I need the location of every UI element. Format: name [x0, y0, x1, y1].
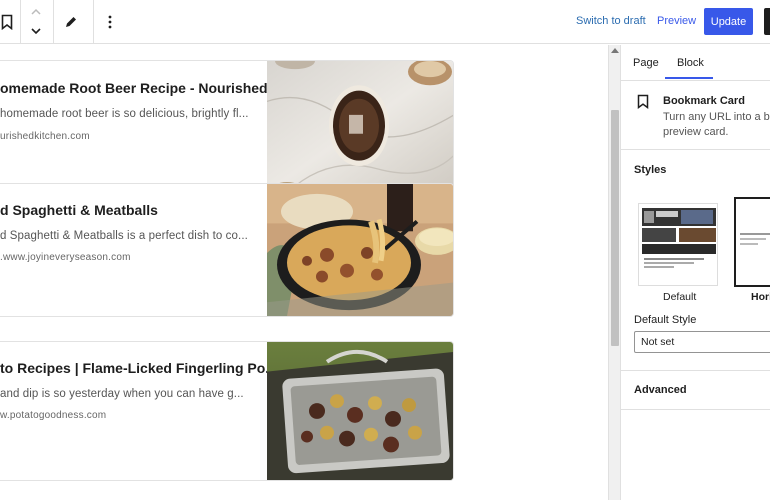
settings-toggle-button[interactable]: [764, 8, 770, 35]
styles-heading: Styles: [634, 164, 667, 176]
bookmark-card-description: homemade root beer is so delicious, brig…: [0, 108, 249, 120]
bookmark-card-description: d Spaghetti & Meatballs is a perfect dis…: [0, 230, 248, 242]
bookmark-block-icon: [637, 94, 651, 110]
default-style-label: Default Style: [634, 314, 697, 326]
style-option-default[interactable]: [638, 203, 718, 286]
bookmark-card-url: w.potatogoodness.com: [0, 410, 107, 421]
tab-block[interactable]: Block: [677, 45, 704, 81]
advanced-panel-toggle[interactable]: Advanced: [634, 384, 687, 396]
sidebar-divider: [621, 149, 770, 150]
editor-canvas: omemade Root Beer Recipe - Nourished K..…: [0, 45, 608, 500]
sidebar-divider: [621, 370, 770, 371]
move-down-icon[interactable]: [28, 25, 44, 37]
bookmark-card-title: omemade Root Beer Recipe - Nourished K..…: [0, 80, 294, 96]
bookmark-card-title: to Recipes | Flame-Licked Fingerling Po.…: [0, 360, 277, 376]
pencil-icon[interactable]: [62, 13, 80, 31]
bookmark-card[interactable]: to Recipes | Flame-Licked Fingerling Po.…: [0, 341, 454, 481]
bookmark-block-icon[interactable]: [0, 12, 14, 32]
scrollbar-thumb[interactable]: [611, 110, 619, 346]
sidebar-divider: [621, 80, 770, 81]
tab-page[interactable]: Page: [633, 45, 659, 81]
bookmark-card-text: to Recipes | Flame-Licked Fingerling Po.…: [0, 342, 277, 480]
sidebar-divider: [621, 409, 770, 410]
editor-toolbar: Switch to draft Preview Update: [0, 0, 770, 44]
bookmark-card-title: d Spaghetti & Meatballs: [0, 202, 158, 218]
settings-sidebar: Page Block Bookmark Card Turn any URL in…: [620, 45, 770, 500]
update-button[interactable]: Update: [704, 8, 753, 35]
canvas-scrollbar[interactable]: [608, 45, 620, 500]
bookmark-card-image: [267, 184, 453, 316]
toolbar-divider: [20, 0, 21, 44]
bookmark-card-image: [267, 61, 453, 193]
bookmark-card-url: urishedkitchen.com: [0, 131, 90, 142]
switch-to-draft-link[interactable]: Switch to draft: [576, 15, 646, 27]
bookmark-card-image: [267, 342, 453, 480]
style-option-horizontal[interactable]: [734, 197, 770, 287]
toolbar-divider: [93, 0, 94, 44]
bookmark-card-text: omemade Root Beer Recipe - Nourished K..…: [0, 61, 293, 193]
more-options-icon[interactable]: [103, 12, 117, 32]
bookmark-card-text: d Spaghetti & Meatballs d Spaghetti & Me…: [0, 184, 267, 316]
style-option-label: Hori: [751, 291, 770, 303]
block-name: Bookmark Card: [663, 95, 745, 107]
default-style-select[interactable]: Not set: [634, 331, 770, 353]
scroll-up-arrow-icon[interactable]: [611, 48, 619, 53]
bookmark-card[interactable]: d Spaghetti & Meatballs d Spaghetti & Me…: [0, 183, 454, 317]
bookmark-card-url: .www.joyineveryseason.com: [0, 252, 131, 263]
preview-link[interactable]: Preview: [657, 15, 696, 27]
block-description-line: preview card.: [663, 126, 729, 138]
toolbar-divider: [53, 0, 54, 44]
style-option-label: Default: [663, 291, 697, 303]
bookmark-card-description: and dip is so yesterday when you can hav…: [0, 388, 244, 400]
bookmark-card[interactable]: omemade Root Beer Recipe - Nourished K..…: [0, 60, 454, 194]
block-description-line: Turn any URL into a beau: [663, 111, 770, 123]
active-tab-indicator: [665, 77, 713, 79]
move-up-icon[interactable]: [28, 6, 44, 18]
